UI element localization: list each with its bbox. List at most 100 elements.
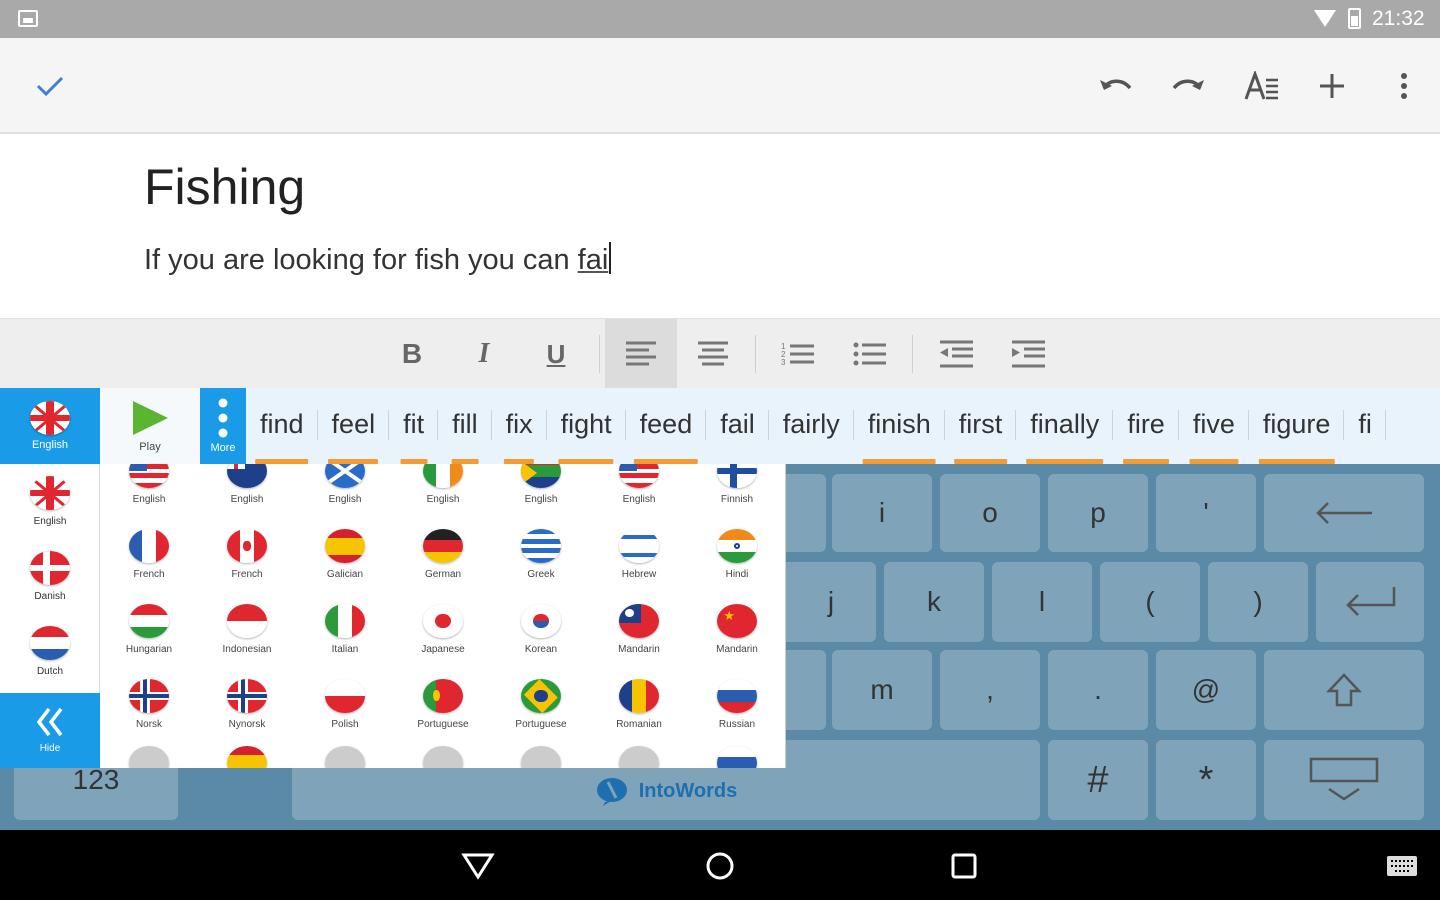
language-item[interactable]: Galician — [296, 517, 394, 592]
language-item[interactable]: Norsk — [100, 667, 198, 742]
suggestion-word[interactable]: finally — [1016, 388, 1114, 464]
suggestion-word[interactable]: fail — [706, 388, 769, 464]
key-k[interactable]: k — [884, 562, 984, 642]
outdent-button[interactable] — [920, 319, 992, 389]
key-apostrophe[interactable]: ' — [1156, 474, 1256, 552]
suggestion-word[interactable]: fairly — [769, 388, 854, 464]
shift-key[interactable] — [1264, 650, 1424, 730]
key-comma[interactable]: , — [940, 650, 1040, 730]
favorite-language-item[interactable]: Dutch — [0, 614, 100, 689]
numbered-list-button[interactable]: 123 — [762, 319, 834, 389]
language-item[interactable]: English — [394, 464, 492, 517]
suggestion-word[interactable]: feed — [626, 388, 707, 464]
play-button[interactable]: Play — [100, 388, 200, 464]
hide-keyboard-key[interactable] — [1264, 740, 1424, 820]
suggestion-word[interactable]: fill — [438, 388, 492, 464]
suggestion-word[interactable]: fire — [1113, 388, 1179, 464]
bulleted-list-button[interactable] — [834, 319, 906, 389]
key-partial[interactable] — [786, 650, 826, 730]
language-item[interactable]: Finnish — [688, 464, 785, 517]
back-button[interactable] — [456, 844, 500, 888]
language-item[interactable]: English — [296, 464, 394, 517]
language-item[interactable]: Hebrew — [590, 517, 688, 592]
language-item[interactable]: Indonesian — [198, 592, 296, 667]
key-partial[interactable] — [786, 474, 826, 552]
language-item[interactable]: Portuguese — [492, 667, 590, 742]
key-p[interactable]: p — [1048, 474, 1148, 552]
enter-key[interactable] — [1316, 562, 1424, 642]
language-item[interactable]: Italian — [296, 592, 394, 667]
italic-button[interactable]: I — [448, 319, 520, 389]
language-item[interactable]: Russian — [688, 667, 785, 742]
suggestion-word[interactable]: fight — [547, 388, 626, 464]
key-close-paren[interactable]: ) — [1208, 562, 1308, 642]
recents-button[interactable] — [942, 844, 986, 888]
add-button[interactable] — [1308, 62, 1356, 110]
suggestion-word[interactable]: fix — [492, 388, 547, 464]
key-i[interactable]: i — [832, 474, 932, 552]
language-item[interactable]: English — [590, 464, 688, 517]
favorite-language-item[interactable]: Danish — [0, 539, 100, 614]
done-button[interactable] — [26, 62, 74, 110]
undo-button[interactable] — [1092, 62, 1140, 110]
language-item[interactable]: Romanian — [590, 667, 688, 742]
language-tab[interactable]: English — [0, 388, 100, 464]
language-item[interactable]: Japanese — [394, 592, 492, 667]
language-item[interactable]: French — [100, 517, 198, 592]
language-item[interactable]: Portuguese — [394, 667, 492, 742]
language-item[interactable]: Mandarin — [590, 592, 688, 667]
key-at[interactable]: @ — [1156, 650, 1256, 730]
suggestion-word[interactable]: figure — [1249, 388, 1345, 464]
key-m[interactable]: m — [832, 650, 932, 730]
underline-button[interactable]: U — [520, 319, 592, 389]
more-button[interactable]: More — [200, 388, 246, 464]
suggestion-word[interactable]: fit — [389, 388, 439, 464]
language-item[interactable]: English — [198, 464, 296, 517]
suggestion-word[interactable]: finish — [854, 388, 945, 464]
keyboard-switch-button[interactable] — [1380, 844, 1424, 888]
align-center-button[interactable] — [677, 319, 749, 389]
language-item[interactable]: French — [198, 517, 296, 592]
document-body[interactable]: If you are looking for fish you can fai — [144, 242, 612, 277]
suggestion-word[interactable]: feel — [318, 388, 390, 464]
overflow-menu-button[interactable] — [1380, 62, 1428, 110]
document-title[interactable]: Fishing — [144, 158, 305, 216]
key-l[interactable]: l — [992, 562, 1092, 642]
align-left-button[interactable] — [605, 319, 677, 389]
language-item[interactable]: English — [492, 464, 590, 517]
key-o[interactable]: o — [940, 474, 1040, 552]
suggestion-word-label: finish — [867, 409, 931, 439]
redo-button[interactable] — [1164, 62, 1212, 110]
language-item[interactable]: ★ Mandarin — [688, 592, 785, 667]
language-item[interactable]: German — [394, 517, 492, 592]
language-item[interactable]: Hindi — [688, 517, 785, 592]
key-period[interactable]: . — [1048, 650, 1148, 730]
language-item[interactable]: Hungarian — [100, 592, 198, 667]
language-item[interactable]: English — [100, 464, 198, 517]
bold-button[interactable]: B — [376, 319, 448, 389]
intowords-logo-icon — [596, 778, 627, 806]
key-j[interactable]: j — [786, 562, 876, 642]
sk-flag-icon — [129, 746, 169, 768]
language-label: Italian — [331, 644, 359, 655]
key-hash[interactable]: # — [1048, 740, 1148, 820]
favorite-language-item[interactable]: English — [0, 464, 100, 539]
language-item[interactable]: Korean — [492, 592, 590, 667]
indent-button[interactable] — [992, 319, 1064, 389]
language-item[interactable]: Greek — [492, 517, 590, 592]
us-flag-icon — [129, 464, 169, 488]
za-flag-icon — [521, 464, 561, 488]
suggestion-word[interactable]: first — [945, 388, 1017, 464]
backspace-key[interactable] — [1264, 474, 1424, 552]
key-open-paren[interactable]: ( — [1100, 562, 1200, 642]
home-button[interactable] — [698, 844, 742, 888]
suggestion-word[interactable]: five — [1179, 388, 1249, 464]
text-format-button[interactable] — [1238, 62, 1286, 110]
key-asterisk[interactable]: * — [1156, 740, 1256, 820]
hide-button[interactable]: Hide — [0, 693, 100, 768]
document-editor[interactable]: Fishing If you are looking for fish you … — [0, 136, 1440, 318]
language-item[interactable]: Nynorsk — [198, 667, 296, 742]
suggestion-word[interactable]: fi — [1344, 388, 1386, 464]
language-item[interactable]: Polish — [296, 667, 394, 742]
suggestion-word[interactable]: find — [246, 388, 318, 464]
